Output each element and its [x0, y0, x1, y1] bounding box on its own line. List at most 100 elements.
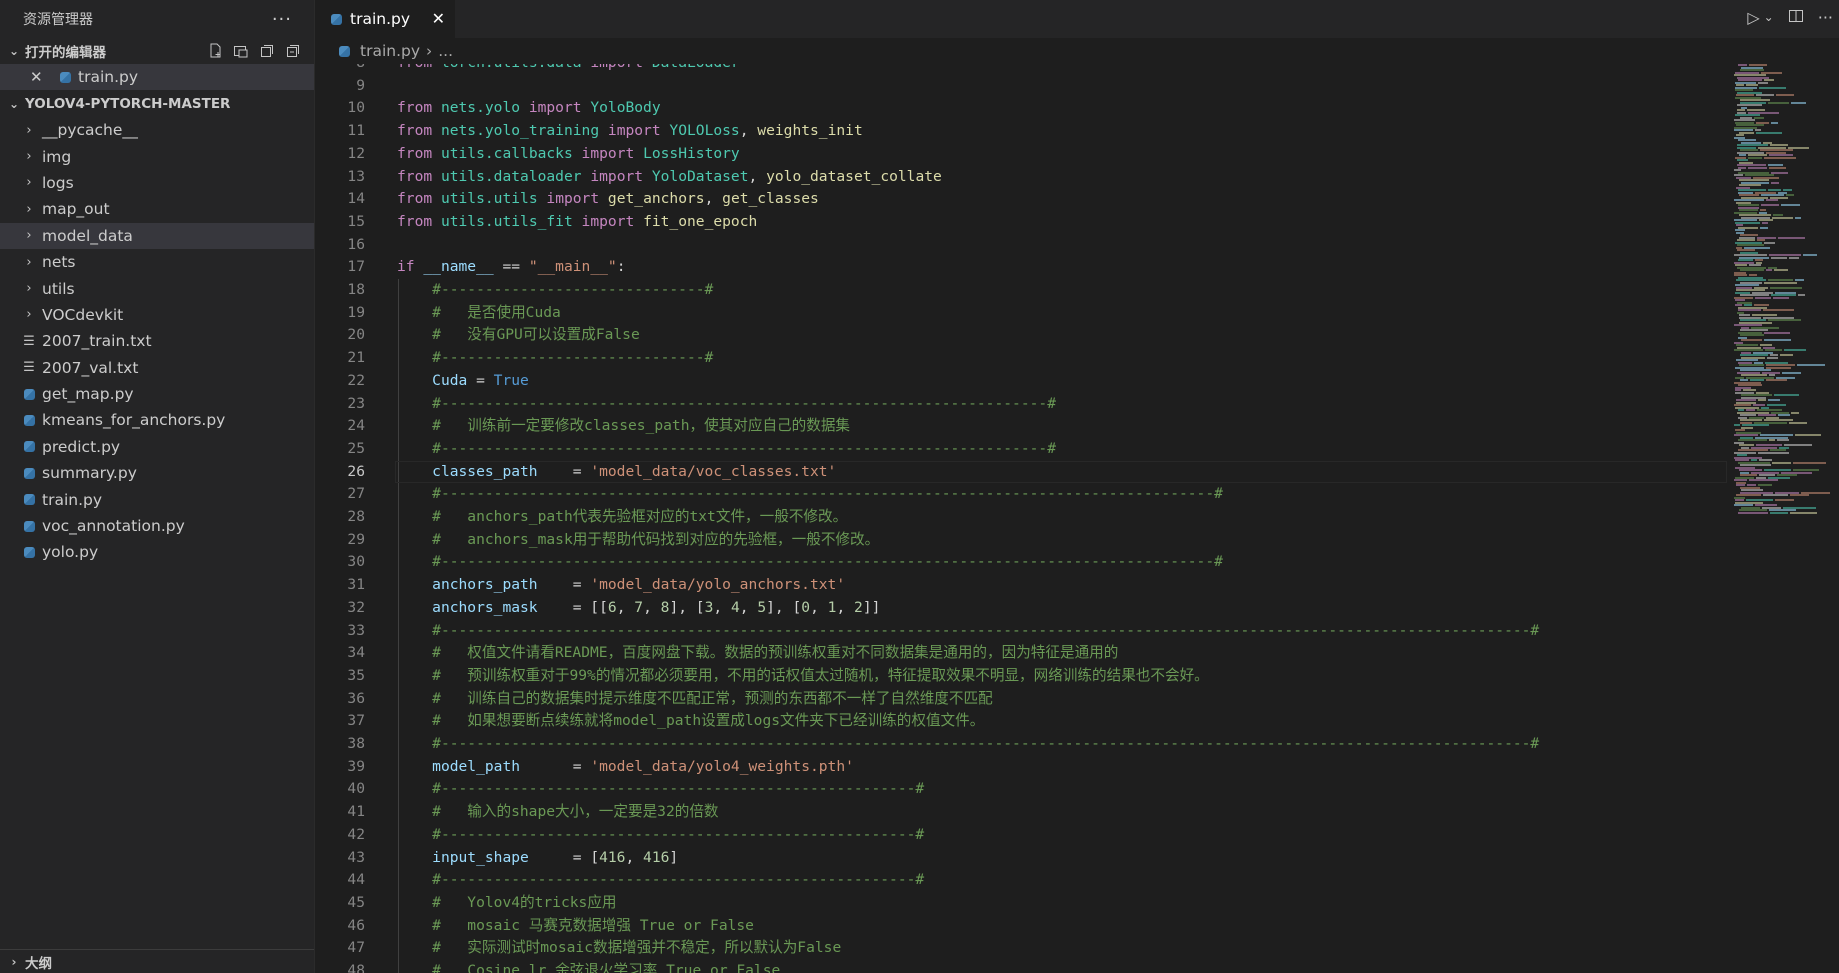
code-line[interactable]: 44 #------------------------------------… [315, 869, 924, 892]
tree-item-label: kmeans_for_anchors.py [42, 411, 226, 430]
line-number: 38 [347, 735, 365, 752]
code-line[interactable]: 20 # 没有GPU可以设置成False [315, 324, 680, 347]
line-text: #------------------------------# [432, 349, 714, 367]
code-line[interactable]: 9 [315, 75, 680, 98]
code-line[interactable]: 22 Cuda = True [315, 370, 680, 393]
tree-item-yolo-py[interactable]: yolo.py [0, 539, 314, 565]
code-line[interactable]: 8 from torch.utils.data import DataLoader [315, 64, 740, 75]
editor-actions: ▷ ⌄ ··· [1747, 8, 1833, 28]
minimap-line [1769, 439, 1775, 441]
python-file-icon [22, 414, 36, 426]
minimap-line [1771, 256, 1787, 259]
more-actions-icon[interactable]: ··· [1818, 8, 1833, 28]
tree-item-map-out[interactable]: › map_out [0, 196, 314, 222]
code-line[interactable]: 11 from nets.yolo_training import YOLOLos… [315, 120, 862, 143]
code-line[interactable]: 36 # 训练自己的数据集时提示维度不匹配正常，预测的东西都不一样了自然维度不匹… [315, 688, 992, 711]
chevron-down-icon[interactable]: ⌄ [1764, 10, 1774, 28]
run-icon[interactable]: ▷ [1747, 8, 1759, 28]
tree-item-nets[interactable]: › nets [0, 249, 314, 275]
tree-item-label: VOCdevkit [42, 305, 124, 324]
tree-item-voc-annotation-py[interactable]: voc_annotation.py [0, 513, 314, 539]
code-line[interactable]: 17 if __name__ == "__main__": [315, 256, 680, 279]
split-editor-icon[interactable] [1788, 8, 1804, 28]
code-line[interactable]: 45 # Yolov4的tricks应用 [315, 892, 680, 915]
code-line[interactable]: 33 #------------------------------------… [315, 620, 1539, 643]
minimap[interactable] [1730, 64, 1839, 524]
new-file-icon[interactable] [206, 42, 224, 60]
code-line[interactable]: 14 from utils.utils import get_anchors, g… [315, 188, 818, 211]
line-number: 21 [347, 349, 365, 367]
code-line[interactable]: 35 # 预训练权重对于99%的情况都必须要用，不用的话权值太过随机，特征提取效… [315, 665, 1208, 688]
tree-item-predict-py[interactable]: predict.py [0, 434, 314, 460]
code-line[interactable]: 25 #------------------------------------… [315, 438, 1056, 461]
code-line[interactable]: 27 #------------------------------------… [315, 483, 1223, 506]
refresh-icon[interactable] [258, 42, 276, 60]
code-line[interactable]: 28 # anchors_path代表先验框对应的txt文件，一般不修改。 [315, 506, 847, 529]
code-line[interactable]: 19 # 是否使用Cuda [315, 302, 680, 325]
tree-item-2007-train-txt[interactable]: ☰ 2007_train.txt [0, 328, 314, 354]
code-line[interactable]: 13 from utils.dataloader import YoloDatas… [315, 166, 941, 189]
minimap-line [1764, 339, 1791, 341]
code-line[interactable]: 12 from utils.callbacks import LossHistor… [315, 143, 739, 166]
code-line[interactable]: 15 from utils.utils_fit import fit_one_ep… [315, 211, 757, 234]
breadcrumb-more[interactable]: ... [438, 42, 453, 60]
line-number: 8 [315, 64, 365, 75]
open-editors-header[interactable]: ⌄ 打开的编辑器 [0, 38, 314, 64]
minimap-line [1734, 424, 1740, 426]
code-line[interactable]: 32 anchors_mask = [[6, 7, 8], [3, 4, 5],… [315, 597, 880, 620]
code-line[interactable]: 23 #------------------------------------… [315, 393, 1056, 416]
tree-item-2007-val-txt[interactable]: ☰ 2007_val.txt [0, 355, 314, 381]
chevron-down-icon: ⌄ [8, 97, 20, 111]
tab-train-py[interactable]: train.py ✕ [315, 0, 455, 38]
more-actions-icon[interactable]: ··· [272, 9, 292, 30]
breadcrumb-file[interactable]: train.py [360, 42, 420, 60]
tree-item-kmeans-for-anchors-py[interactable]: kmeans_for_anchors.py [0, 407, 314, 433]
tree-item-vocdevkit[interactable]: › VOCdevkit [0, 302, 314, 328]
code-line[interactable]: 38 #------------------------------------… [315, 733, 1539, 756]
code-line[interactable]: 18 #------------------------------# [315, 279, 713, 302]
new-folder-icon[interactable] [232, 42, 250, 60]
minimap-line [1774, 269, 1788, 271]
code-line[interactable]: 26 classes_path = 'model_data/voc_classe… [315, 461, 836, 484]
tree-item-utils[interactable]: › utils [0, 275, 314, 301]
close-icon[interactable]: ✕ [432, 9, 445, 28]
tree-item-get-map-py[interactable]: get_map.py [0, 381, 314, 407]
code-line[interactable]: 46 # mosaic 马赛克数据增强 True or False [315, 915, 754, 938]
tree-item-logs[interactable]: › logs [0, 170, 314, 196]
code-line[interactable]: 41 # 输入的shape大小，一定要是32的倍数 [315, 801, 718, 824]
tree-item-model-data[interactable]: › model_data [0, 222, 314, 249]
code-line[interactable]: 30 #------------------------------------… [315, 551, 1223, 574]
code-line[interactable]: 29 # anchors_mask用于帮助代码找到对应的先验框，一般不修改。 [315, 529, 879, 552]
outline-title: 大纲 [25, 955, 52, 972]
tree-item-label: yolo.py [42, 543, 99, 562]
tree-item-summary-py[interactable]: summary.py [0, 460, 314, 486]
minimap-line [1764, 331, 1790, 334]
line-number: 9 [356, 76, 365, 94]
tree-item-img[interactable]: › img [0, 143, 314, 169]
code-line[interactable]: 31 anchors_path = 'model_data/yolo_ancho… [315, 574, 845, 597]
tree-item-train-py[interactable]: train.py [0, 486, 314, 512]
code-line[interactable]: 40 #------------------------------------… [315, 778, 924, 801]
project-header[interactable]: ⌄ YOLOV4-PYTORCH-MASTER [0, 91, 314, 117]
code-line[interactable]: 42 #------------------------------------… [315, 824, 924, 847]
code-line[interactable]: 48 # Cosine_lr 余弦退火学习率 True or False [315, 960, 780, 973]
minimap-line [1768, 399, 1780, 401]
code-line[interactable]: 16 [315, 234, 680, 257]
code-line[interactable]: 24 # 训练前一定要修改classes_path，使其对应自己的数据集 [315, 415, 850, 438]
code-line[interactable]: 37 # 如果想要断点续练就将model_path设置成logs文件夹下已经训练… [315, 710, 984, 733]
code-line[interactable]: 34 # 权值文件请看README，百度网盘下载。数据的预训练权重对不同数据集是… [315, 642, 1118, 665]
tree-item--pycache-[interactable]: › __pycache__ [0, 117, 314, 143]
code-line[interactable]: 39 model_path = 'model_data/yolo4_weight… [315, 756, 854, 779]
minimap-line [1791, 101, 1806, 104]
code-line[interactable]: 10 from nets.yolo import YoloBody [315, 97, 680, 120]
explorer-title: 资源管理器 [23, 12, 93, 28]
close-icon[interactable]: ✕ [30, 68, 46, 86]
code-line[interactable]: 21 #------------------------------# [315, 347, 713, 370]
line-text: # 训练前一定要修改classes_path，使其对应自己的数据集 [432, 417, 851, 435]
open-editor-item[interactable]: ✕ train.py [0, 64, 314, 90]
collapse-all-icon[interactable] [284, 42, 302, 60]
code-line[interactable]: 47 # 实际测试时mosaic数据增强并不稳定，所以默认为False [315, 937, 841, 960]
code-line[interactable]: 43 input_shape = [416, 416] [315, 847, 680, 870]
code-editor[interactable]: 8 from torch.utils.data import DataLoader… [315, 64, 1727, 973]
outline-header[interactable]: › 大纲 [0, 949, 314, 973]
